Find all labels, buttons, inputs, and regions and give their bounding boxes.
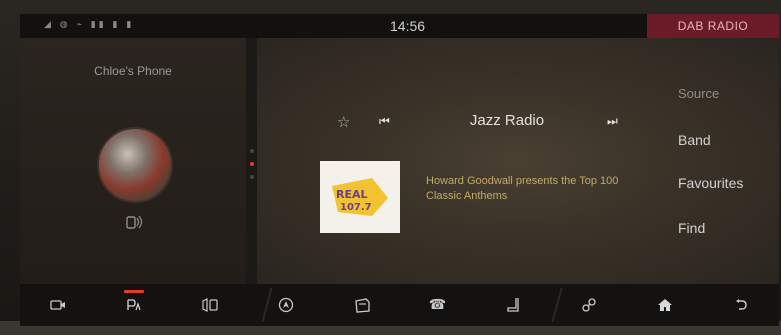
tab-dab-radio[interactable]: DAB RADIO: [647, 14, 779, 38]
menu-item-find[interactable]: Find: [678, 220, 705, 236]
nav-seat[interactable]: [475, 284, 551, 326]
home-icon: [658, 299, 673, 311]
media-panel: ☆ ⏮ Jazz Radio ⏭ REAL 107.7 Howard Goodw…: [257, 38, 779, 284]
nav-navigation[interactable]: [248, 284, 324, 326]
nav-connect[interactable]: [551, 284, 627, 326]
page-dot-active: [250, 162, 254, 166]
infotainment-screen: ◢ ◍ ⌁ ▮▮ ▮ ▮ 14:56 DAB RADIO Chloe's Pho…: [20, 14, 779, 326]
station-name: Jazz Radio: [469, 112, 545, 129]
nav-media[interactable]: [96, 284, 172, 326]
page-dot: [250, 175, 254, 179]
logo-text-bottom: 107.7: [340, 202, 372, 213]
connect-icon: [582, 298, 596, 312]
now-playing-text: Howard Goodwall presents the Top 100 Cla…: [426, 175, 619, 202]
page-indicator: [249, 149, 255, 209]
nav-phone-projection[interactable]: [172, 284, 248, 326]
phone-icon: ☎: [428, 297, 447, 313]
phone-link-icon[interactable]: [123, 214, 145, 232]
clock: 14:56: [390, 18, 426, 34]
bottom-nav: ☎: [20, 284, 779, 326]
menu-item-band[interactable]: Band: [678, 132, 711, 148]
phone-name: Chloe's Phone: [94, 64, 172, 78]
status-indicators: ◢ ◍ ⌁ ▮▮ ▮ ▮: [44, 20, 135, 30]
phone-avatar[interactable]: [97, 127, 173, 203]
page-dot: [250, 149, 254, 153]
side-menu: Source Band Favourites Find: [674, 38, 779, 284]
logo-text-top: REAL: [336, 188, 368, 201]
back-icon: [736, 299, 747, 310]
favourite-star-icon[interactable]: ☆: [337, 113, 350, 131]
menu-item-favourites[interactable]: Favourites: [678, 175, 743, 191]
nav-camera[interactable]: [20, 284, 96, 326]
seat-icon: [507, 298, 520, 312]
vehicle-icon: [354, 298, 370, 313]
phone-panel[interactable]: Chloe's Phone: [20, 38, 246, 284]
album-art: REAL 107.7: [320, 161, 400, 233]
phone-projection-icon: [202, 298, 218, 312]
media-icon: [127, 299, 141, 311]
navigation-icon: [278, 297, 293, 313]
camera-icon: [50, 300, 65, 310]
nav-vehicle[interactable]: [324, 284, 400, 326]
nav-home[interactable]: [627, 284, 703, 326]
station-logo: REAL 107.7: [332, 178, 388, 216]
menu-item-source[interactable]: Source: [678, 86, 719, 101]
nav-phone[interactable]: ☎: [400, 284, 476, 326]
next-track-icon[interactable]: ⏭: [607, 114, 618, 129]
previous-track-icon[interactable]: ⏮: [379, 114, 390, 129]
status-bar: ◢ ◍ ⌁ ▮▮ ▮ ▮ 14:56 DAB RADIO: [20, 14, 779, 38]
nav-back[interactable]: [703, 284, 779, 326]
